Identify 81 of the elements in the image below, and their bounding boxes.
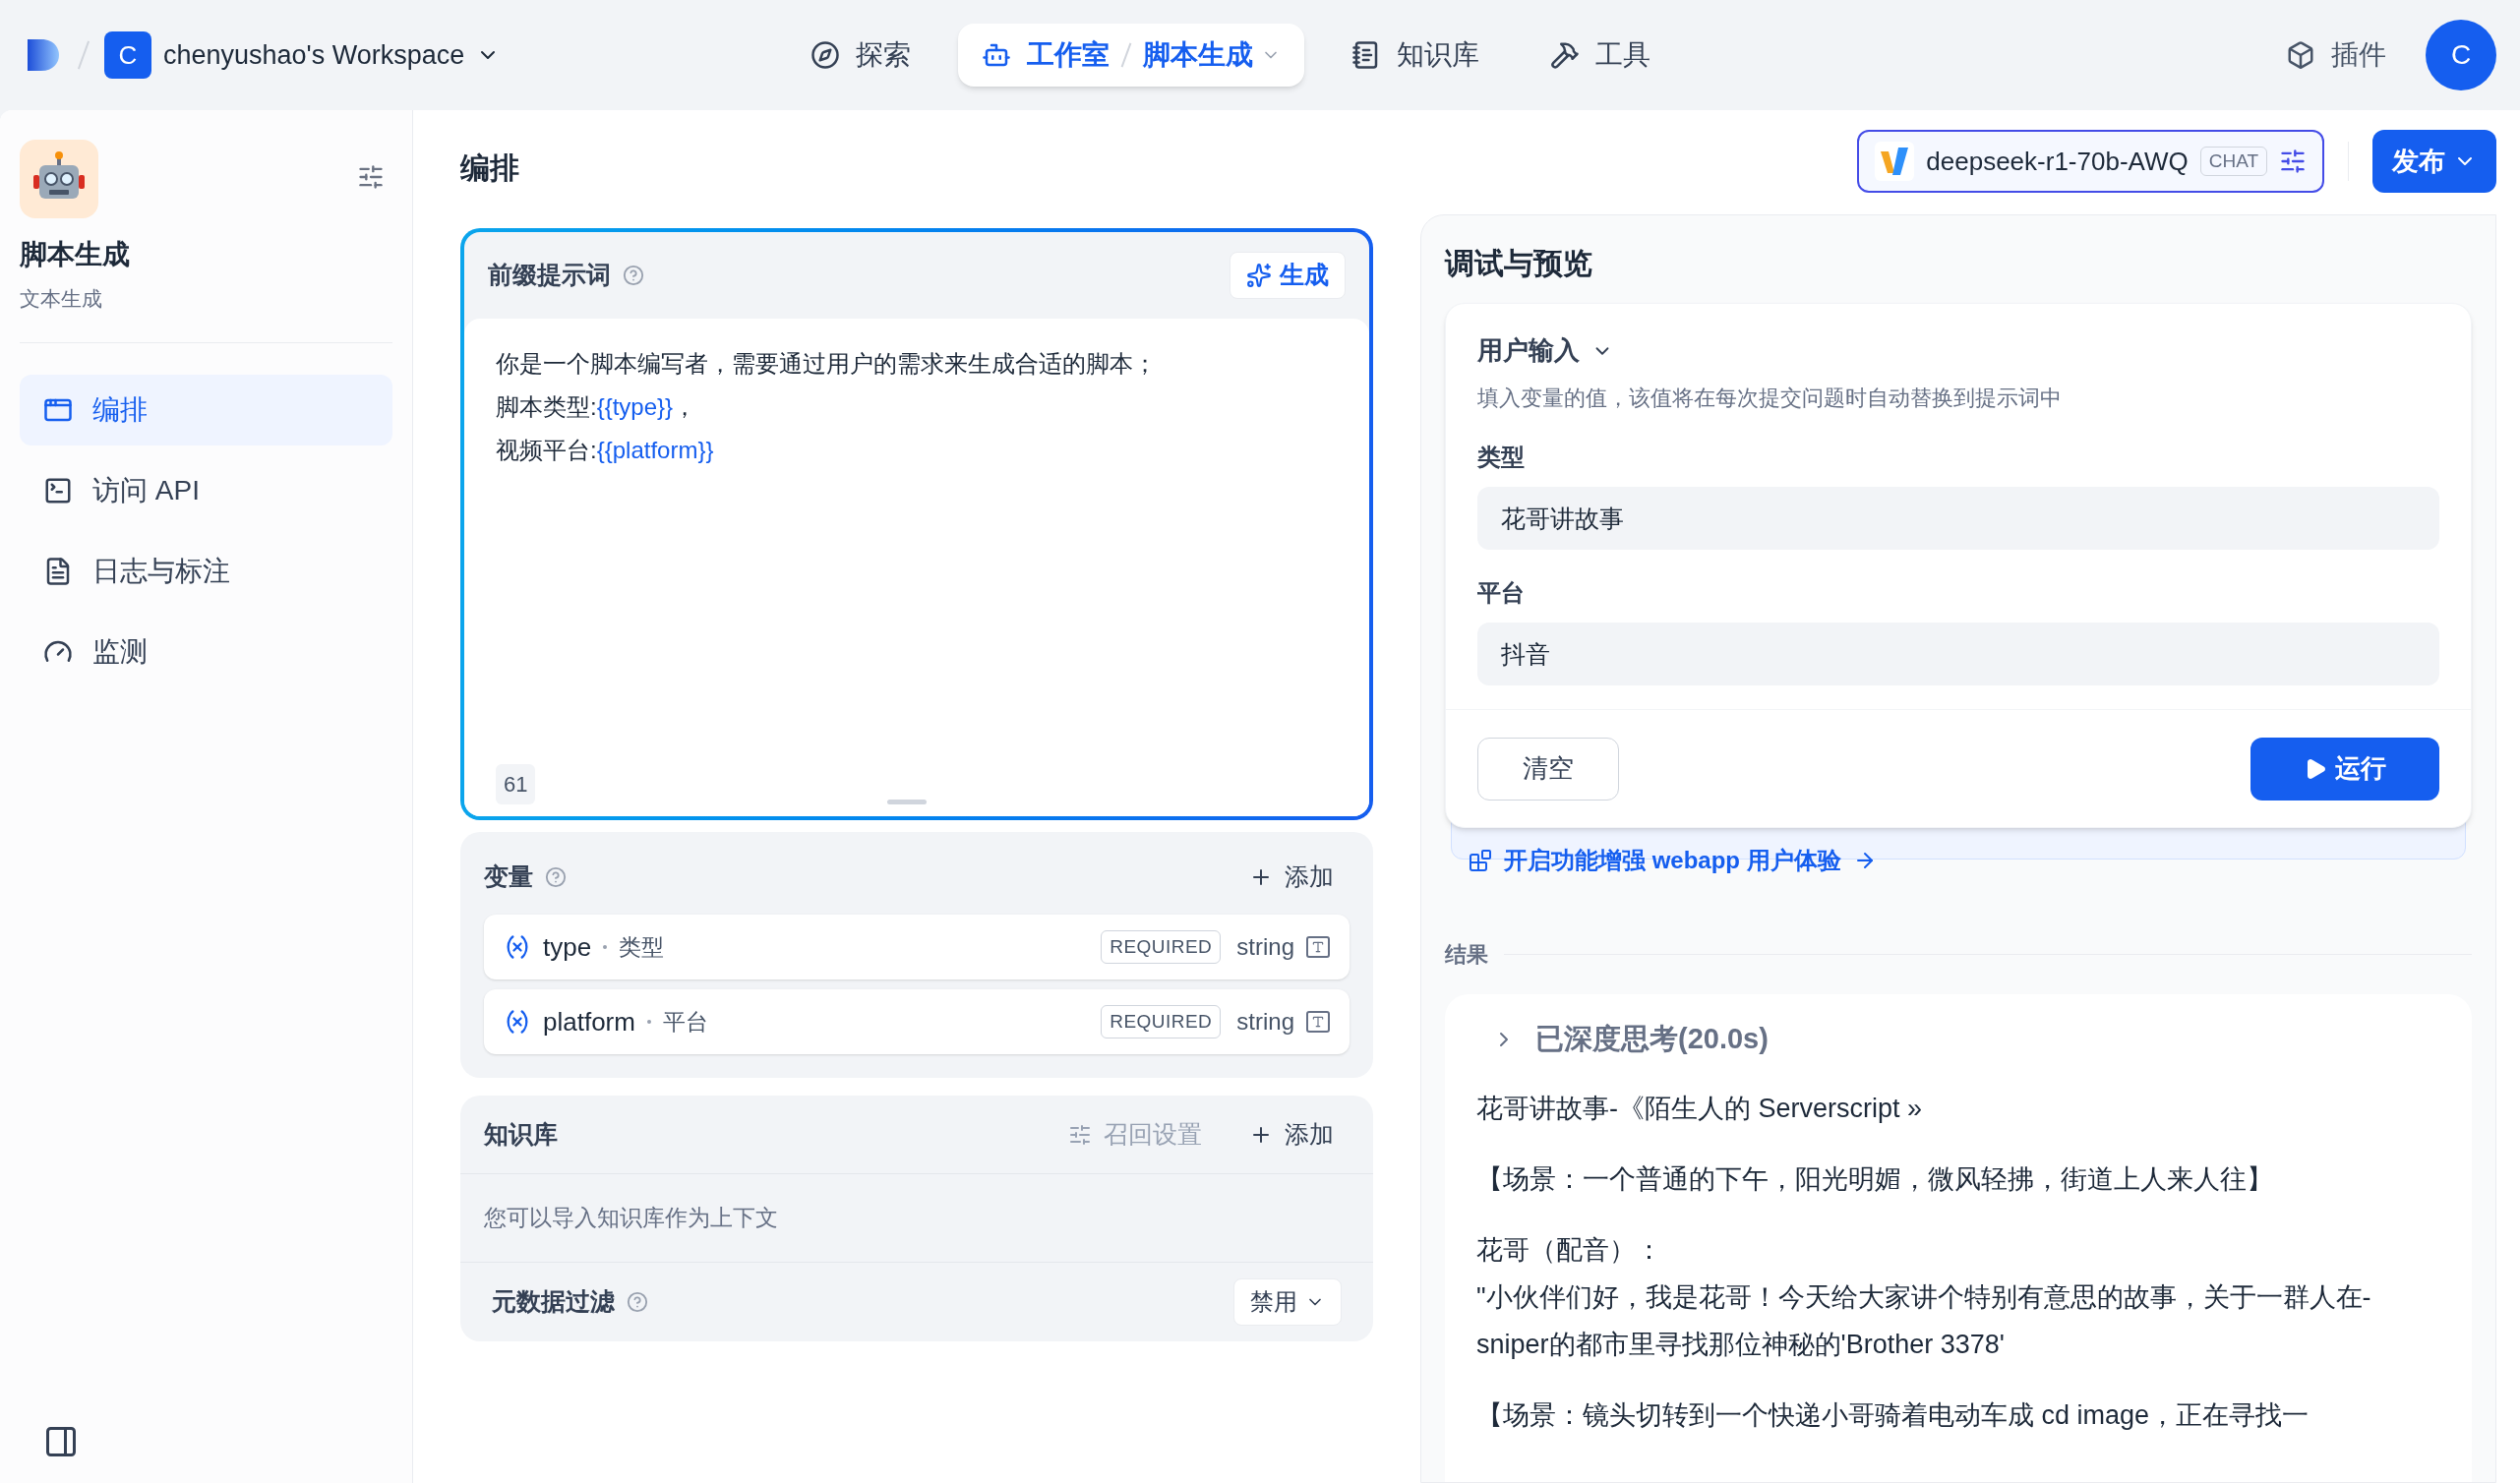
result-text: 花哥讲故事-《陌生人的 Serverscript » <box>1476 1092 1924 1125</box>
field-label: 平台 <box>1477 578 1526 608</box>
variable-label: 类型 <box>619 932 665 962</box>
required-badge: REQUIRED <box>1101 1004 1222 1039</box>
field-label: 类型 <box>1477 443 1526 472</box>
result-text: 【场景：镜头切转到一个快递小哥骑着电动车成 cd image，正在寻找一 <box>1476 1398 2310 1432</box>
app-selector[interactable]: 脚本生成 <box>1143 34 1281 76</box>
sliders-icon[interactable] <box>2279 148 2307 175</box>
help-icon <box>627 1291 648 1313</box>
help-icon <box>545 866 567 888</box>
compass-icon <box>810 40 840 70</box>
nav-tab[interactable]: 工具 <box>1527 24 1674 87</box>
nav-tab[interactable]: 工作室 脚本生成 <box>958 24 1304 87</box>
plugins-button[interactable]: 插件 <box>2286 34 2386 76</box>
text-type-icon <box>1306 1011 1330 1033</box>
editor-title: 编排 <box>460 150 520 185</box>
generate-button[interactable]: 生成 <box>1230 252 1346 299</box>
sidebar-item[interactable]: 监测 <box>20 616 392 687</box>
hammer-icon <box>1550 40 1580 70</box>
text-type-icon <box>1306 936 1330 958</box>
character-count: 61 <box>496 764 536 804</box>
user-avatar[interactable]: C <box>2426 20 2496 90</box>
model-logo <box>1875 142 1915 181</box>
app-name: 脚本生成 <box>20 238 131 271</box>
workspace-selector[interactable]: C chenyushao's Workspace <box>104 31 501 79</box>
webapp-link[interactable]: 开启功能增强 webapp 用户体验 <box>1504 843 1841 878</box>
add-knowledge-button[interactable]: 添加 <box>1249 1115 1334 1154</box>
sidebar-item[interactable]: 访问 API <box>20 454 392 526</box>
prompt-line: 你是一个脚本编写者，需要通过用户的需求来生成合适的脚本； <box>496 349 1157 379</box>
variable-name: platform <box>543 1005 635 1038</box>
app-type: 文本生成 <box>20 286 103 312</box>
variable-type: string <box>1236 1007 1294 1037</box>
sliders-icon <box>1068 1122 1092 1147</box>
nav-label: 工具 <box>1595 38 1650 72</box>
publish-button[interactable]: 发布 <box>2372 130 2496 193</box>
workspace-avatar: C <box>104 31 151 79</box>
input-field[interactable]: 花哥讲故事 <box>1477 487 2439 550</box>
nav-label: 工作室 <box>1027 38 1110 72</box>
variable-type: string <box>1236 932 1294 962</box>
prompt-line: 脚本类型:{{type}}， <box>496 392 697 422</box>
prompt-title: 前缀提示词 <box>488 260 611 291</box>
variable-row[interactable]: type 类型 REQUIRED string <box>484 915 1350 979</box>
variables-title: 变量 <box>484 861 533 893</box>
collapse-sidebar-icon[interactable] <box>43 1424 79 1459</box>
debug-title: 调试与预览 <box>1445 246 1592 281</box>
model-selector[interactable]: deepseek-r1-70b-AWQ CHAT <box>1857 130 2324 193</box>
result-label: 结果 <box>1445 941 1488 969</box>
user-inputs-toggle[interactable]: 用户输入 <box>1477 331 1613 370</box>
nav-label: 探索 <box>856 38 911 72</box>
sidebar-item[interactable]: 日志与标注 <box>20 535 392 607</box>
resize-handle[interactable] <box>887 800 928 804</box>
mode-badge: CHAT <box>2199 146 2267 177</box>
thinking-toggle[interactable]: 已深度思考(20.0s) <box>1492 1018 1769 1061</box>
sparkle-icon <box>1246 263 1272 288</box>
cube-icon <box>2286 40 2315 70</box>
variable-label: 平台 <box>662 1007 708 1037</box>
variable-row[interactable]: platform 平台 REQUIRED string <box>484 989 1350 1054</box>
knowledge-hint: 您可以导入知识库作为上下文 <box>484 1204 778 1233</box>
result-text: "小伙伴们好，我是花哥！今天给大家讲个特别有意思的故事，关于一群人在-sniper的都市里寻找那位神秘的'Brother 3378' <box>1476 1280 2372 1361</box>
nav-tab[interactable]: 知识库 <box>1328 24 1503 87</box>
inputs-hint: 填入变量的值，该值将在每次提交问题时自动替换到提示词中 <box>1477 385 2063 412</box>
variable-name: type <box>543 930 592 964</box>
nav-label: 知识库 <box>1397 38 1479 72</box>
model-name: deepseek-r1-70b-AWQ <box>1926 145 2189 178</box>
result-text: 花哥（配音）： <box>1476 1233 1663 1267</box>
clear-button[interactable]: 清空 <box>1477 737 1619 801</box>
nav-tab[interactable]: 探索 <box>787 24 934 87</box>
workspace-name: chenyushao's Workspace <box>163 38 465 72</box>
filter-dropdown[interactable]: 禁用 <box>1233 1278 1342 1326</box>
knowledge-title: 知识库 <box>484 1118 558 1150</box>
required-badge: REQUIRED <box>1101 929 1222 965</box>
blocks-icon <box>1469 849 1492 872</box>
sidebar-item[interactable]: 编排 <box>20 374 392 445</box>
prompt-line: 视频平台:{{platform}} <box>496 436 714 465</box>
result-text: 【场景：一个普通的下午，阳光明媚，微风轻拂，街道上人来人往】 <box>1476 1162 2274 1196</box>
run-button[interactable]: 运行 <box>2250 737 2439 801</box>
add-variable-button[interactable]: 添加 <box>1249 859 1350 896</box>
metadata-filter-label: 元数据过滤 <box>492 1286 615 1318</box>
input-field[interactable]: 抖音 <box>1477 623 2439 685</box>
settings-icon[interactable] <box>357 163 385 191</box>
help-icon <box>623 265 644 286</box>
